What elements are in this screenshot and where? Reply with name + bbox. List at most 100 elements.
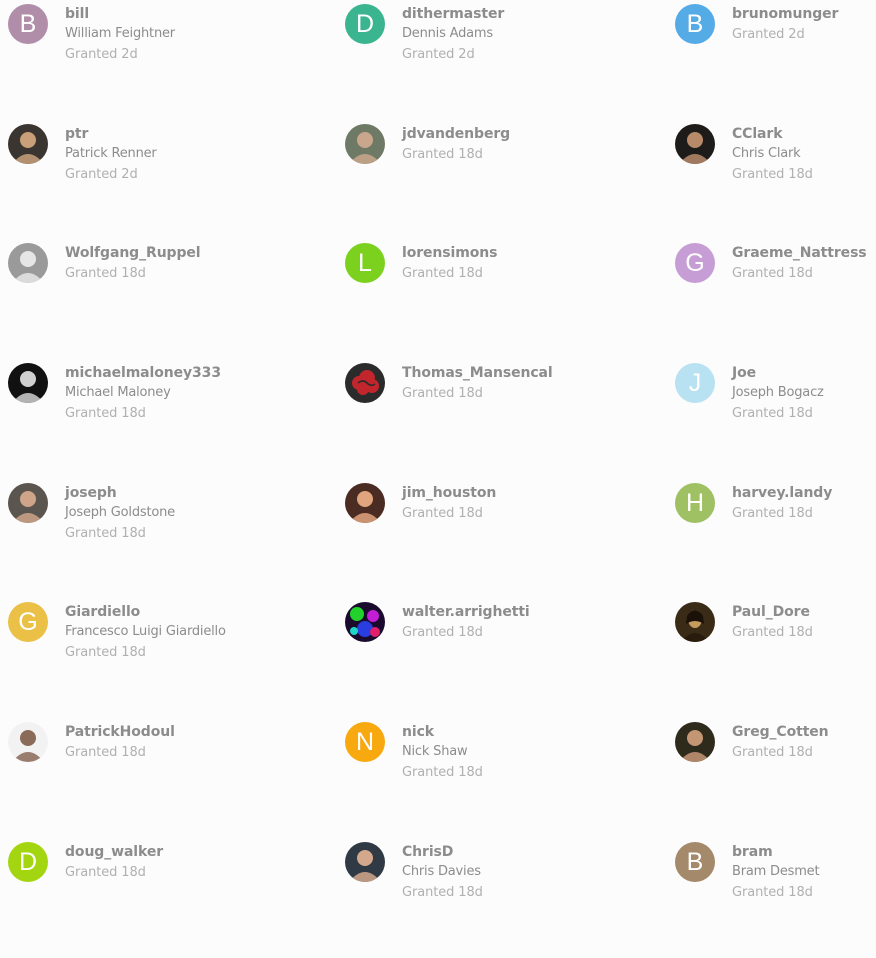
cloud-emblem-icon[interactable] — [345, 363, 385, 404]
user-card-dithermaster[interactable]: Ddithermaster Dennis Adams Granted 2d — [337, 0, 674, 120]
granted-time: Granted 18d — [65, 266, 146, 282]
user-photo-icon[interactable] — [675, 123, 715, 164]
user-card-chrisd[interactable]: ChrisD Chris Davies Granted 18d — [337, 838, 674, 958]
user-card-walter-arrighetti[interactable]: walter.arrighetti Granted 18d — [337, 598, 674, 718]
granted-time: Granted 18d — [732, 625, 813, 641]
username-link[interactable]: michaelmaloney333 — [65, 363, 221, 383]
username-link[interactable]: Joe — [732, 363, 824, 383]
user-card-nick[interactable]: Nnick Nick Shaw Granted 18d — [337, 718, 674, 838]
full-name: Dennis Adams — [402, 26, 493, 41]
user-photo-icon[interactable] — [8, 123, 48, 164]
avatar-letter[interactable]: B — [8, 4, 48, 44]
avatar-letter[interactable]: N — [345, 722, 385, 763]
user-photo-icon[interactable] — [8, 243, 48, 284]
username-link[interactable]: joseph — [65, 483, 175, 503]
user-card-greg-cotten[interactable]: Greg_Cotten Granted 18d — [674, 718, 876, 838]
avatar-initial: B — [19, 10, 37, 38]
user-card-harvey-landy[interactable]: Hharvey.landy Granted 18d — [674, 479, 876, 599]
user-card-thomas-mansencal[interactable]: Thomas_Mansencal Granted 18d — [337, 359, 674, 479]
username-link[interactable]: Thomas_Mansencal — [402, 363, 553, 383]
avatar-letter[interactable]: G — [675, 243, 715, 284]
user-card-graeme-nattress[interactable]: G Graeme_Nattress Granted 18d — [674, 239, 876, 359]
avatar-letter[interactable]: H — [675, 482, 715, 523]
user-card-bram[interactable]: Bbram Bram Desmet Granted 18d — [674, 838, 876, 958]
user-card-patrickhodoul[interactable]: PatrickHodoul Granted 18d — [0, 718, 337, 838]
username-link[interactable]: jdvandenberg — [402, 124, 510, 144]
avatar-letter[interactable]: B — [675, 4, 715, 44]
user-info: bill William Feightner Granted 2d — [65, 4, 175, 66]
painting-icon[interactable] — [675, 602, 715, 643]
avatar-initial: G — [685, 249, 705, 278]
user-card-joe[interactable]: J Joe Joseph Bogacz Granted 18d — [674, 359, 876, 479]
user-info: michaelmaloney333 Michael Maloney Granted … — [65, 363, 221, 425]
user-photo-icon[interactable] — [8, 363, 48, 404]
user-card-wolfgang-ruppel[interactable]: Wolfgang_Ruppel Granted 18d — [0, 239, 337, 359]
user-photo-icon[interactable] — [8, 482, 48, 523]
granted-time: Granted 18d — [732, 505, 813, 521]
username-link[interactable]: ptr — [65, 124, 157, 144]
user-card-giardiello[interactable]: G Giardiello Francesco Luigi Giardiello Gra… — [0, 598, 337, 718]
avatar-initial: G — [18, 608, 38, 637]
username-link[interactable]: harvey.landy — [732, 483, 832, 503]
full-name: Chris Clark — [732, 145, 801, 161]
username-link[interactable]: Paul_Dore — [732, 602, 813, 622]
avatar-initial: H — [685, 488, 705, 517]
username-link[interactable]: brunomunger — [732, 4, 838, 24]
user-photo-icon[interactable] — [345, 123, 385, 164]
username-link[interactable]: CClark — [732, 124, 813, 144]
user-card-lorensimons[interactable]: Llorensimons Granted 18d — [337, 239, 674, 359]
granted-time: Granted 18d — [732, 884, 813, 900]
username-link[interactable]: dithermaster — [402, 4, 504, 24]
username-link[interactable]: lorensimons — [402, 243, 497, 263]
user-info: Wolfgang_Ruppel Granted 18d — [65, 243, 201, 285]
avatar-letter[interactable]: J — [675, 363, 715, 404]
avatar-letter[interactable]: L — [345, 243, 385, 284]
user-card-ptr[interactable]: ptr Patrick Renner Granted 2d — [0, 120, 337, 240]
username-link[interactable]: Greg_Cotten — [732, 722, 829, 742]
user-info: Graeme_Nattress Granted 18d — [732, 243, 867, 285]
username-link[interactable]: PatrickHodoul — [65, 722, 175, 742]
username-link[interactable]: jim_houston — [402, 483, 496, 503]
user-info: jim_houston Granted 18d — [402, 483, 496, 525]
user-card-brunomunger[interactable]: Bbrunomunger Granted 2d — [674, 0, 876, 120]
user-info: lorensimons Granted 18d — [402, 243, 497, 285]
granted-time: Granted 18d — [402, 765, 483, 781]
user-photo-icon[interactable] — [8, 722, 48, 763]
user-card-cclark[interactable]: CClark Chris Clark Granted 18d — [674, 120, 876, 240]
user-photo-icon[interactable] — [345, 841, 385, 882]
user-info: brunomunger Granted 2d — [732, 4, 838, 46]
user-card-jdvandenberg[interactable]: jdvandenberg Granted 18d — [337, 120, 674, 240]
user-card-paul-dore[interactable]: Paul_Dore Granted 18d — [674, 598, 876, 718]
avatar-initial: D — [355, 10, 375, 38]
granted-time: Granted 18d — [402, 625, 483, 641]
username-link[interactable]: ChrisD — [402, 842, 483, 862]
avatar-letter[interactable]: D — [8, 841, 48, 882]
granted-users-grid: Bbill William Feightner Granted 2d Dditherm… — [0, 0, 876, 902]
full-name: Joseph Bogacz — [732, 385, 824, 401]
username-link[interactable]: bram — [732, 842, 819, 862]
user-card-bill[interactable]: Bbill William Feightner Granted 2d — [0, 0, 337, 120]
username-link[interactable]: walter.arrighetti — [402, 602, 530, 622]
username-link[interactable]: Wolfgang_Ruppel — [65, 243, 201, 263]
avatar-letter[interactable]: G — [8, 602, 48, 643]
username-link[interactable]: nick — [402, 722, 483, 742]
abstract-art-icon[interactable] — [345, 602, 385, 643]
avatar-letter[interactable]: B — [675, 841, 715, 882]
user-card-michaelmaloney333[interactable]: michaelmaloney333 Michael Maloney Granted … — [0, 359, 337, 479]
granted-time: Granted 18d — [732, 266, 813, 282]
granted-time: Granted 2d — [402, 47, 475, 62]
username-link[interactable]: bill — [65, 4, 175, 24]
user-photo-icon[interactable] — [345, 482, 385, 523]
user-card-joseph[interactable]: joseph Joseph Goldstone Granted 18d — [0, 479, 337, 599]
granted-time: Granted 18d — [732, 745, 813, 761]
user-card-doug-walker[interactable]: Ddoug_walker Granted 18d — [0, 838, 337, 958]
user-info: nick Nick Shaw Granted 18d — [402, 722, 483, 784]
full-name: Patrick Renner — [65, 145, 157, 161]
user-photo-icon[interactable] — [675, 722, 715, 763]
username-link[interactable]: Giardiello — [65, 602, 226, 622]
avatar-letter[interactable]: D — [345, 4, 385, 44]
username-link[interactable]: Graeme_Nattress — [732, 243, 867, 263]
username-link[interactable]: doug_walker — [65, 842, 163, 862]
user-card-jim-houston[interactable]: jim_houston Granted 18d — [337, 479, 674, 599]
avatar-initial: L — [358, 249, 372, 278]
